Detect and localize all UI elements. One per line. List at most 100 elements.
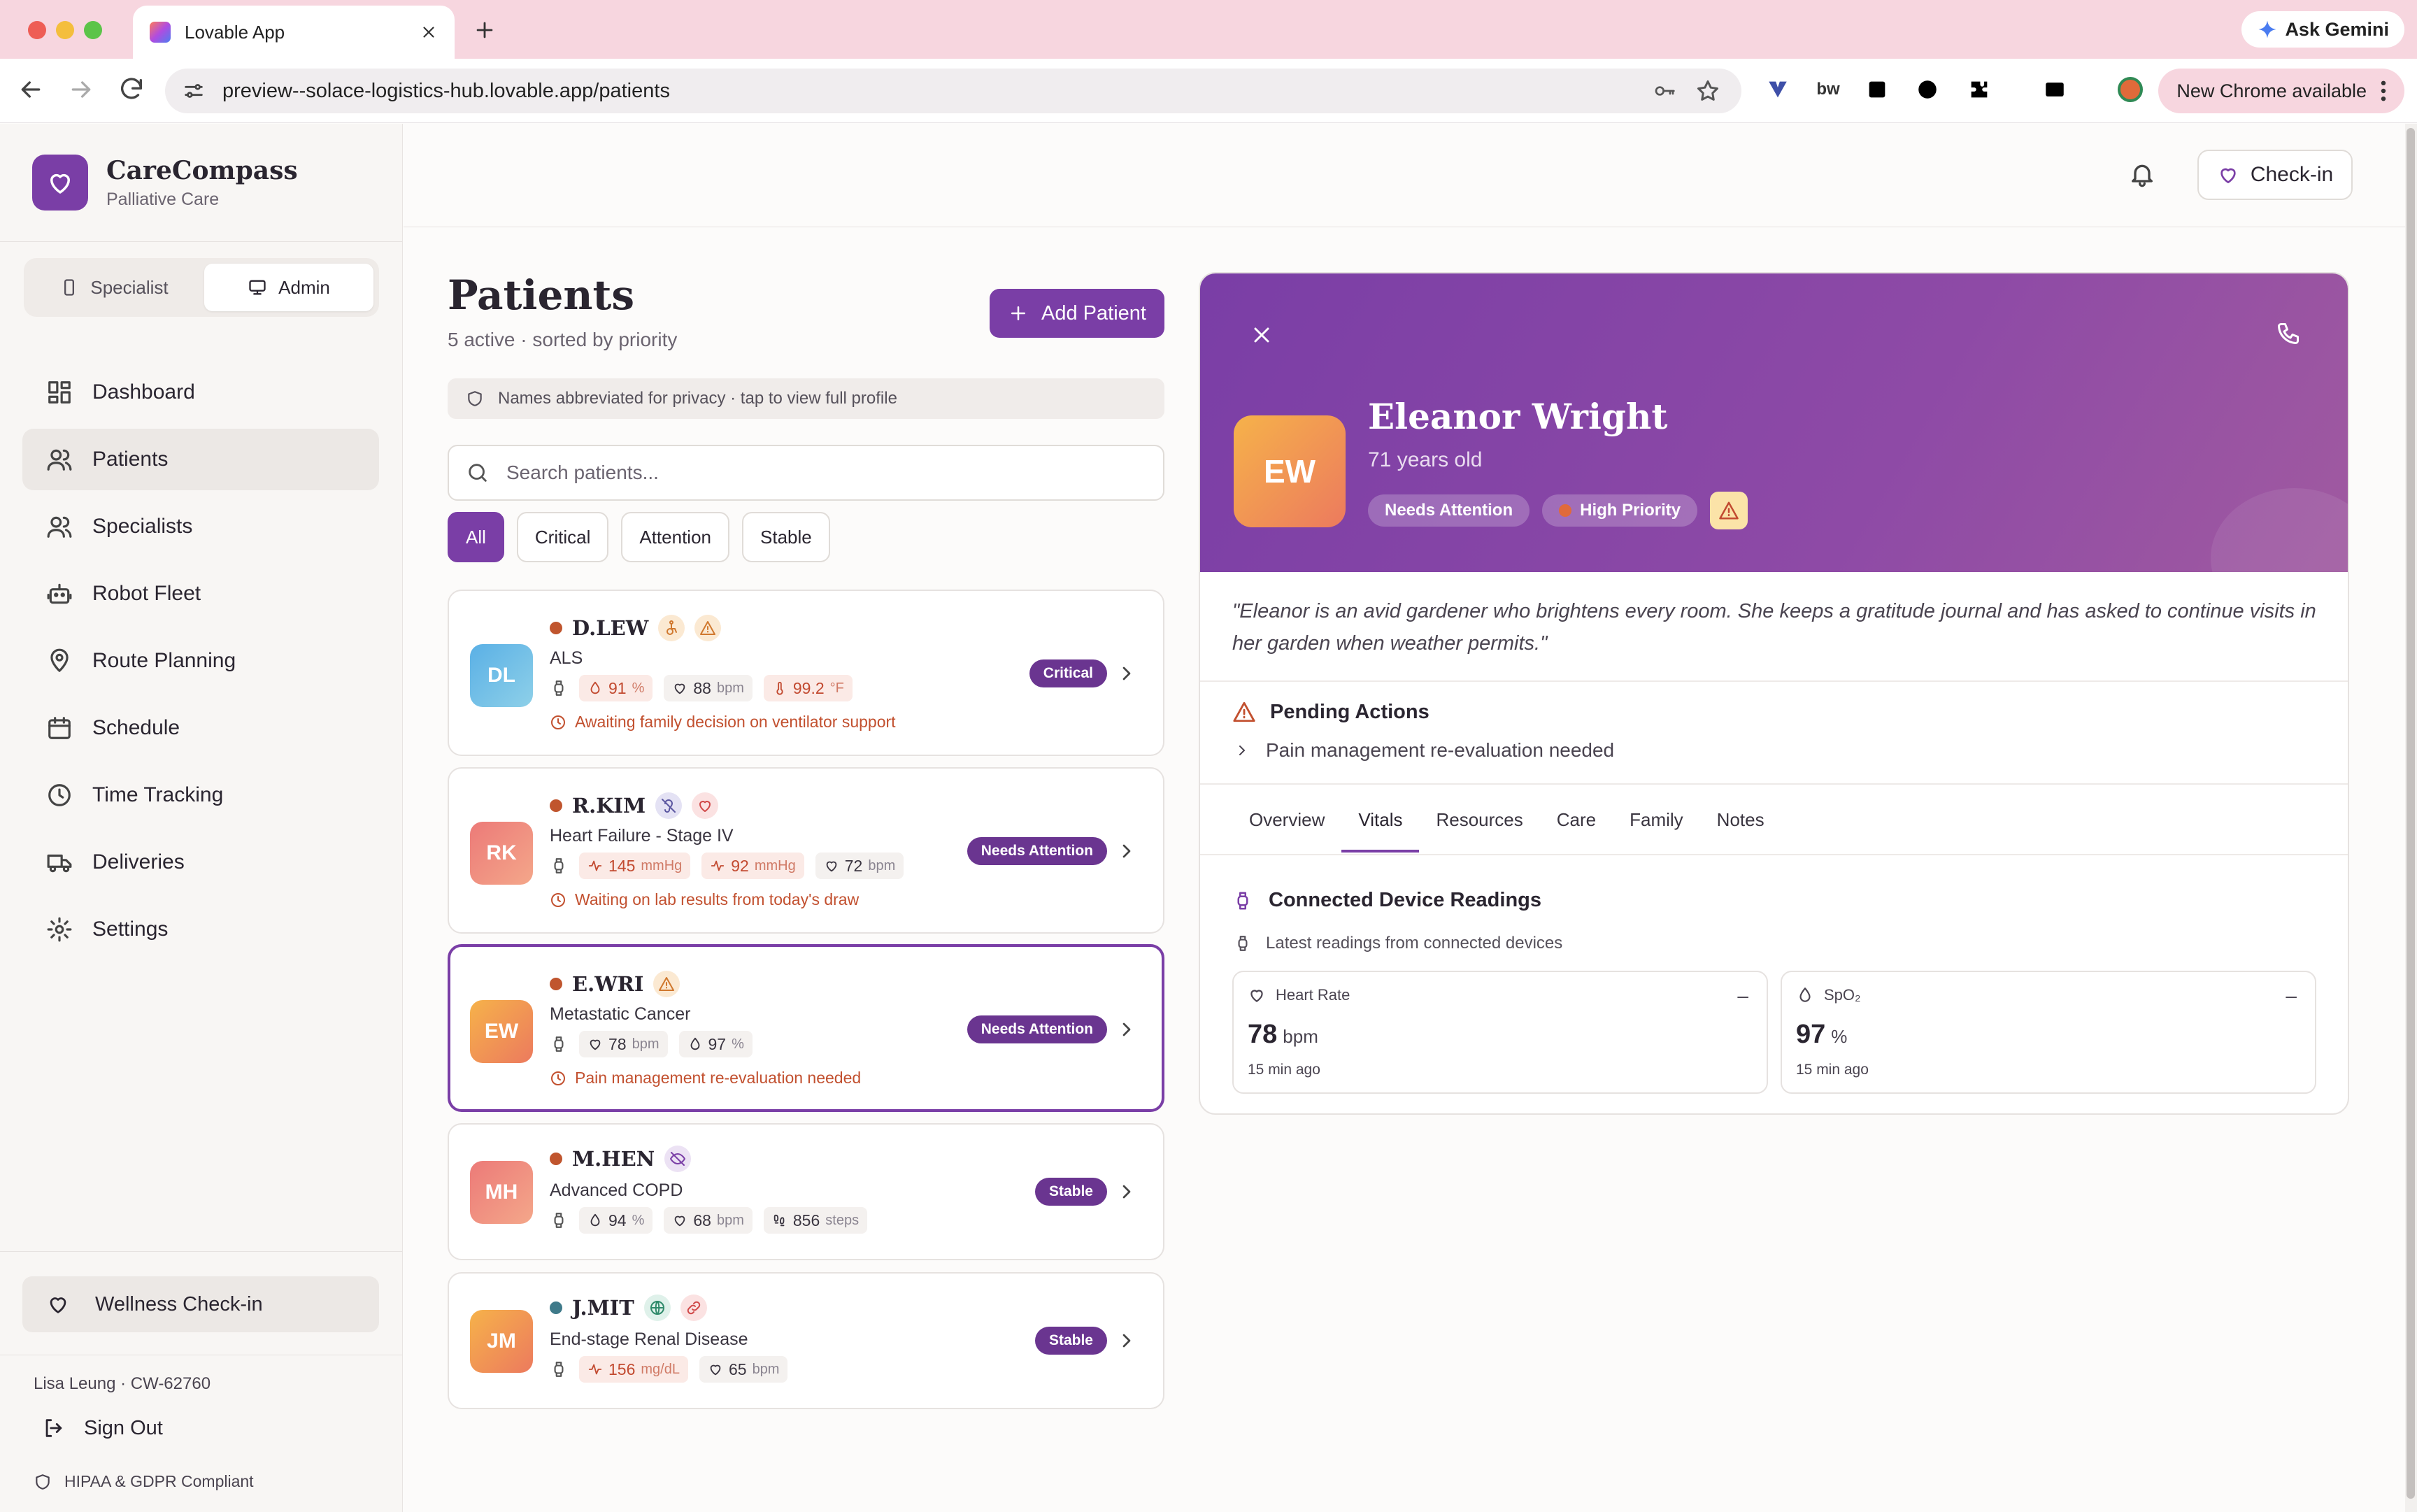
vital-unit: mmHg	[754, 857, 796, 873]
droplet-icon	[1796, 986, 1814, 1004]
close-icon[interactable]	[1249, 322, 1274, 348]
scrollbar-thumb[interactable]	[2407, 128, 2415, 1499]
profile-avatar-icon[interactable]	[2116, 76, 2144, 104]
watch-icon	[550, 1360, 568, 1378]
sidebar-item-route-planning[interactable]: Route Planning	[22, 630, 379, 692]
address-bar[interactable]: preview--solace-logistics-hub.lovable.ap…	[165, 69, 1741, 113]
chevron-right-icon[interactable]	[1115, 840, 1138, 862]
heart-icon	[46, 1292, 70, 1316]
alert-triangle-icon	[658, 976, 675, 992]
patient-card[interactable]: JM J.MIT End-stage Renal Disease 156 mg/d…	[448, 1272, 1164, 1409]
latest-readings-text: Latest readings from connected devices	[1266, 934, 1563, 953]
wellness-checkin-button[interactable]: Wellness Check-in	[22, 1276, 379, 1332]
filter-attention[interactable]: Attention	[621, 512, 729, 562]
users-icon	[46, 513, 73, 540]
forward-arrow-icon[interactable]	[67, 76, 95, 104]
divider	[0, 1251, 402, 1252]
new-chrome-available-button[interactable]: New Chrome available	[2158, 69, 2404, 113]
ask-gemini-button[interactable]: Ask Gemini	[2241, 11, 2404, 48]
avatar: EW	[1234, 415, 1346, 527]
site-settings-icon[interactable]	[182, 79, 206, 103]
extension-v-icon[interactable]	[1764, 76, 1792, 104]
droplet-icon	[587, 680, 603, 696]
filter-all[interactable]: All	[448, 512, 504, 562]
search-box[interactable]	[448, 445, 1164, 501]
checkin-button[interactable]: Check-in	[2197, 150, 2353, 200]
search-input[interactable]	[506, 462, 1146, 484]
activity-icon	[710, 858, 725, 873]
extensions-puzzle-icon[interactable]	[1965, 76, 1993, 104]
browser-tab[interactable]: Lovable App	[133, 6, 455, 59]
sidebar-item-settings[interactable]: Settings	[22, 899, 379, 960]
vital-unit: %	[632, 680, 645, 696]
ear-off-icon	[660, 797, 677, 814]
reading-label: Heart Rate	[1276, 986, 1350, 1004]
sidebar-item-robot-fleet[interactable]: Robot Fleet	[22, 563, 379, 625]
tab-family[interactable]: Family	[1613, 805, 1700, 853]
role-admin-button[interactable]: Admin	[204, 264, 373, 311]
heart-icon	[824, 858, 839, 873]
sidebar-item-patients[interactable]: Patients	[22, 429, 379, 490]
reading-card-heart-rate[interactable]: Heart Rate – 78 bpm 15 min ago	[1232, 971, 1768, 1094]
password-key-icon[interactable]	[1652, 80, 1677, 102]
reading-card-spo2[interactable]: SpO₂ – 97% 15 min ago	[1781, 971, 2316, 1094]
patient-note-text: Pain management re-evaluation needed	[575, 1069, 862, 1087]
sign-out-button[interactable]: Sign Out	[42, 1416, 163, 1440]
chevron-right-icon[interactable]	[1115, 1329, 1138, 1352]
compliance-note: HIPAA & GDPR Compliant	[34, 1472, 254, 1491]
sidebar-item-dashboard[interactable]: Dashboard	[22, 362, 379, 423]
sidebar-item-specialists[interactable]: Specialists	[22, 496, 379, 557]
extension-bw-icon[interactable]: bw	[1814, 76, 1842, 104]
vital-value: 99.2	[792, 678, 825, 697]
role-specialist-button[interactable]: Specialist	[29, 264, 199, 311]
close-window-button[interactable]	[28, 21, 46, 39]
minimize-window-button[interactable]	[56, 21, 74, 39]
patient-card[interactable]: MH M.HEN Advanced COPD 94% 68 bpm 856 step…	[448, 1123, 1164, 1260]
tab-care[interactable]: Care	[1540, 805, 1613, 853]
watch-icon	[550, 1211, 568, 1229]
patient-note: Waiting on lab results from today's draw	[550, 890, 859, 909]
reload-icon[interactable]	[117, 76, 145, 104]
patient-card-selected[interactable]: EW E.WRI Metastatic Cancer 78 bpm 97% Pai…	[448, 944, 1164, 1112]
add-patient-button[interactable]: Add Patient	[990, 289, 1164, 338]
bell-icon[interactable]	[2128, 160, 2156, 188]
tab-vitals[interactable]: Vitals	[1341, 805, 1420, 853]
badge-hearing	[655, 792, 683, 819]
thermometer-icon	[772, 680, 787, 696]
pending-action-item[interactable]: Pain management re-evaluation needed	[1234, 739, 1614, 762]
tab-overview[interactable]: Overview	[1232, 805, 1341, 853]
avatar: DL	[470, 644, 533, 707]
tab-search-icon[interactable]	[2041, 76, 2069, 104]
filter-stable[interactable]: Stable	[742, 512, 830, 562]
extension-pen-icon[interactable]	[1863, 76, 1891, 104]
patient-card[interactable]: RK R.KIM Heart Failure - Stage IV 145 mmH…	[448, 767, 1164, 934]
chevron-right-icon[interactable]	[1115, 1181, 1138, 1203]
sidebar-item-deliveries[interactable]: Deliveries	[22, 832, 379, 893]
status-badge: Stable	[1034, 1327, 1107, 1355]
vital-value: 156	[608, 1360, 636, 1378]
tab-close-icon[interactable]	[420, 23, 438, 41]
robot-icon	[46, 580, 73, 607]
chevron-right-icon[interactable]	[1115, 1018, 1138, 1041]
chevron-right-icon[interactable]	[1115, 662, 1138, 685]
phone-device-icon	[59, 278, 79, 297]
new-tab-icon[interactable]	[473, 18, 497, 42]
patient-card[interactable]: DL D.LEW ALS 91% 88 bpm 99.2 °F Awaiting f…	[448, 590, 1164, 756]
tab-notes[interactable]: Notes	[1700, 805, 1781, 853]
heart-icon	[708, 1362, 723, 1377]
phone-icon[interactable]	[2276, 321, 2301, 346]
grammarly-icon[interactable]	[1913, 76, 1941, 104]
vital-value: 88	[693, 678, 711, 697]
bookmark-star-icon[interactable]	[1695, 78, 1720, 104]
divider	[1200, 854, 2348, 855]
sidebar-item-time-tracking[interactable]: Time Tracking	[22, 764, 379, 826]
back-arrow-icon[interactable]	[17, 76, 45, 104]
sidebar-item-schedule[interactable]: Schedule	[22, 697, 379, 759]
heart-icon	[1248, 986, 1266, 1004]
filter-critical[interactable]: Critical	[516, 512, 609, 562]
patient-diagnosis: ALS	[550, 648, 583, 668]
tab-resources[interactable]: Resources	[1419, 805, 1539, 853]
maximize-window-button[interactable]	[84, 21, 102, 39]
pending-action-text: Pain management re-evaluation needed	[1266, 739, 1615, 761]
brand[interactable]: CareCompass Palliative Care	[32, 155, 298, 211]
